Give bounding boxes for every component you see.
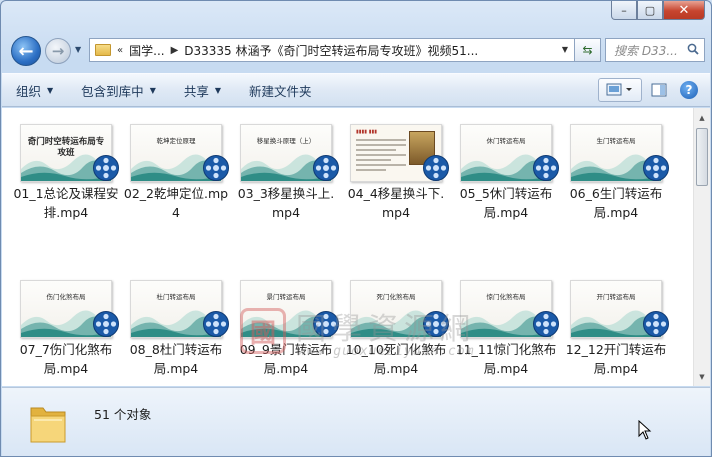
address-bar[interactable]: « 国学... ▶ D33335 林涵予《奇门时空转运布局专攻班》视频51...… (89, 38, 575, 62)
file-item[interactable]: 休门转运布局 05_5休门转运布局.mp4 (452, 118, 560, 238)
thumbnail-title: 生门转运布局 (596, 137, 636, 145)
folder-icon (95, 44, 111, 56)
file-item[interactable]: 乾坤定位原理 02_2乾坤定位.mp4 (122, 118, 230, 238)
thumbnail-title: 休门转运布局 (486, 137, 526, 145)
film-reel-icon (423, 311, 449, 337)
organize-menu[interactable]: 组织 ▼ (2, 81, 67, 100)
help-button[interactable]: ? (676, 78, 702, 102)
view-controls: ? (594, 78, 702, 102)
include-library-label: 包含到库中 (81, 83, 144, 99)
film-reel-icon (643, 311, 669, 337)
file-name: 11_11惊门化煞布局.mp4 (455, 342, 557, 376)
file-name: 06_6生门转运布局.mp4 (569, 186, 663, 220)
film-reel-icon (203, 155, 229, 181)
file-item[interactable]: 奇门时空转运布局专攻班 01_1总论及课程安排.mp4 (12, 118, 120, 238)
file-name: 12_12开门转运布局.mp4 (565, 342, 667, 376)
file-item[interactable]: 伤门化煞布局 07_7伤门化煞布局.mp4 (12, 274, 120, 386)
file-item[interactable]: 惊门化煞布局 11_11惊门化煞布局.mp4 (452, 274, 560, 386)
film-reel-icon (423, 155, 449, 181)
thumbnail-heading: ▮▮▮▮ ▮▮▮ (356, 129, 378, 135)
chevron-down-icon: ▼ (47, 85, 54, 95)
thumbnail-text-lines (356, 139, 406, 174)
film-reel-icon (313, 311, 339, 337)
scroll-up-icon[interactable]: ▲ (694, 109, 710, 126)
breadcrumb-item-current[interactable]: D33335 林涵予《奇门时空转运布局专攻班》视频51... (184, 42, 478, 59)
command-bar: 组织 ▼ 包含到库中 ▼ 共享 ▼ 新建文件夹 ? (2, 73, 710, 107)
thumbnail-title: 乾坤定位原理 (156, 137, 196, 145)
change-view-button[interactable] (598, 78, 642, 102)
file-name: 01_1总论及课程安排.mp4 (13, 186, 119, 220)
thumbnail-title: 杜门转运布局 (156, 293, 196, 301)
include-in-library-menu[interactable]: 包含到库中 ▼ (67, 81, 170, 100)
thumbnail-title: 移星换斗原理（上） (256, 137, 316, 145)
film-reel-icon (643, 155, 669, 181)
thumbnail-title: 伤门化煞布局 (46, 293, 86, 301)
address-dropdown-icon[interactable]: ▼ (562, 45, 568, 54)
preview-pane-icon (651, 83, 667, 97)
file-list-view[interactable]: 奇门时空转运布局专攻班 01_1总论及课程安排.mp4 乾坤定位原理 02_2乾坤定位… (2, 108, 710, 386)
file-name: 10_10死门化煞布局.mp4 (345, 342, 447, 376)
file-name: 05_5休门转运布局.mp4 (459, 186, 553, 220)
file-item[interactable]: 景门转运布局 09_9景门转运布局.mp4 (232, 274, 340, 386)
maximize-button[interactable]: ▢ (637, 1, 663, 20)
scrollbar-thumb[interactable] (696, 128, 708, 186)
file-item[interactable]: 杜门转运布局 08_8杜门转运布局.mp4 (122, 274, 230, 386)
film-reel-icon (93, 311, 119, 337)
arrow-right-icon: → (51, 42, 65, 60)
help-icon: ? (680, 81, 698, 99)
search-input[interactable]: 搜索 D33... (606, 42, 680, 59)
file-item[interactable]: ▮▮▮▮ ▮▮▮ 04_4移星换斗下.mp4 (342, 118, 450, 238)
file-item[interactable]: 移星换斗原理（上） 03_3移星换斗上.mp4 (232, 118, 340, 238)
caption-buttons: – ▢ ✕ (611, 1, 705, 20)
new-folder-button[interactable]: 新建文件夹 (235, 81, 326, 100)
forward-button[interactable]: → (45, 38, 71, 64)
chevron-down-icon: ▼ (214, 85, 222, 95)
file-item[interactable]: 生门转运布局 06_6生门转运布局.mp4 (562, 118, 670, 238)
view-icon (606, 83, 632, 96)
file-name: 09_9景门转运布局.mp4 (239, 342, 333, 376)
film-reel-icon (533, 311, 559, 337)
back-button[interactable]: ← (11, 36, 41, 66)
mouse-cursor-icon (638, 420, 652, 440)
folder-icon (30, 407, 66, 443)
refresh-icon: ⇆ (582, 43, 593, 57)
explorer-window: – ▢ ✕ ← → ▼ « 国学... ▶ D33335 林涵予《奇门时空转运布… (0, 0, 712, 457)
search-box[interactable]: 搜索 D33... (605, 38, 705, 62)
file-name: 03_3移星换斗上.mp4 (237, 186, 335, 220)
thumbnail-title: 景门转运布局 (266, 293, 306, 301)
thumbnail-title: 惊门化煞布局 (486, 293, 526, 301)
breadcrumb-item-root[interactable]: 国学... (129, 42, 164, 59)
film-reel-icon (93, 155, 119, 181)
scroll-down-icon[interactable]: ▼ (694, 368, 710, 385)
preview-pane-button[interactable] (646, 78, 672, 102)
chevron-down-icon: ▼ (149, 85, 156, 95)
file-name: 04_4移星换斗下.mp4 (347, 186, 445, 220)
film-reel-icon (203, 311, 229, 337)
organize-label: 组织 (16, 83, 42, 99)
item-count: 51 个对象 (94, 407, 152, 422)
thumbnail-title: 开门转运布局 (596, 293, 636, 301)
vertical-scrollbar[interactable]: ▲ ▼ (693, 108, 710, 386)
file-name: 07_7伤门化煞布局.mp4 (19, 342, 113, 376)
details-pane: 51 个对象 (2, 387, 710, 456)
close-button[interactable]: ✕ (663, 1, 705, 20)
file-item[interactable]: 开门转运布局 12_12开门转运布局.mp4 (562, 274, 670, 386)
film-reel-icon (313, 155, 339, 181)
breadcrumb-overflow[interactable]: « (117, 45, 123, 56)
share-menu[interactable]: 共享 ▼ (170, 81, 235, 100)
recent-pages-dropdown[interactable]: ▼ (75, 45, 81, 54)
thumbnail-title: 死门化煞布局 (376, 293, 416, 301)
file-name: 02_2乾坤定位.mp4 (123, 186, 229, 220)
search-icon[interactable] (687, 43, 699, 55)
minimize-button[interactable]: – (611, 1, 637, 20)
new-folder-label: 新建文件夹 (249, 83, 312, 99)
navigation-bar: ← → ▼ « 国学... ▶ D33335 林涵予《奇门时空转运布局专攻班》视… (7, 33, 705, 67)
share-label: 共享 (183, 83, 209, 99)
file-item[interactable]: 死门化煞布局 10_10死门化煞布局.mp4 (342, 274, 450, 386)
arrow-left-icon: ← (18, 40, 34, 62)
film-reel-icon (533, 155, 559, 181)
chevron-right-icon[interactable]: ▶ (171, 45, 179, 56)
refresh-button[interactable]: ⇆ (575, 38, 601, 62)
file-name: 08_8杜门转运布局.mp4 (129, 342, 223, 376)
